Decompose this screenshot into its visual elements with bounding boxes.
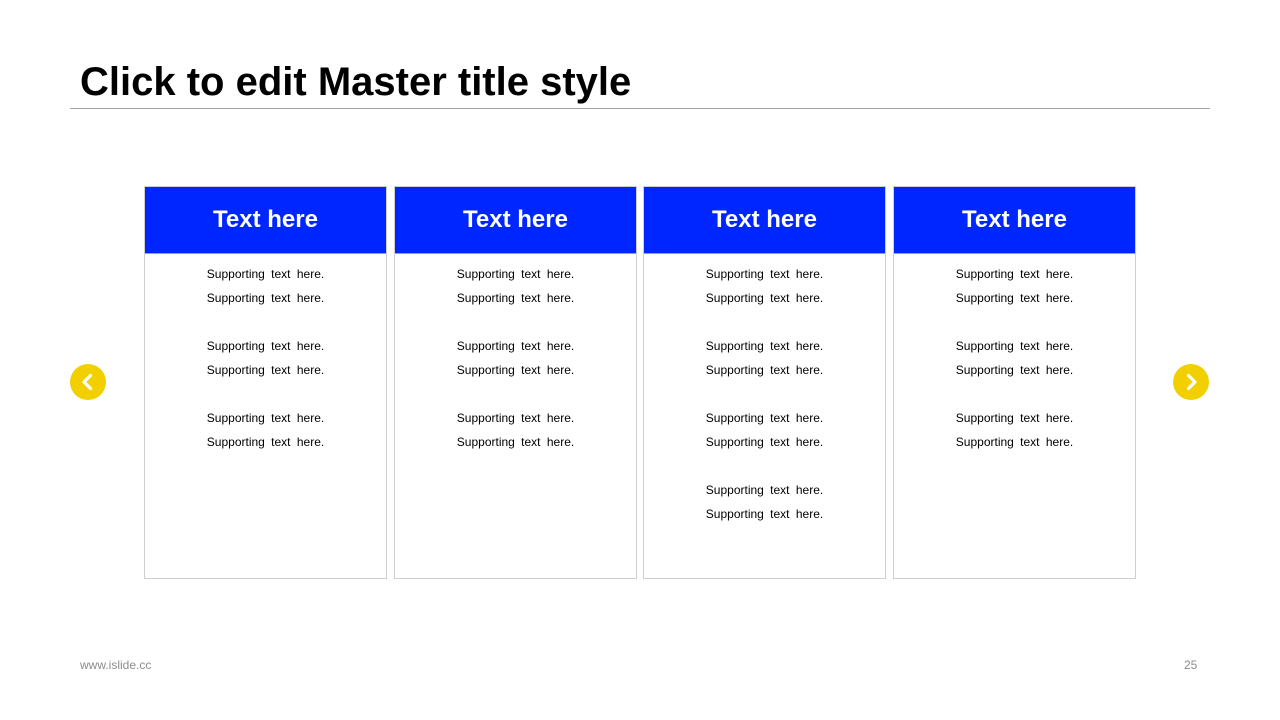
card-body: Supporting text here. Supporting text her…	[894, 254, 1135, 454]
supporting-text: Supporting text here.	[206, 363, 325, 377]
supporting-text: Supporting text here.	[456, 339, 575, 353]
text-group: Supporting text here. Supporting text her…	[395, 406, 636, 454]
supporting-text: Supporting text here.	[955, 339, 1074, 353]
supporting-text: Supporting text here.	[955, 363, 1074, 377]
previous-button[interactable]	[70, 364, 106, 400]
supporting-text: Supporting text here.	[206, 339, 325, 353]
supporting-text: Supporting text here.	[705, 411, 824, 425]
supporting-text: Supporting text here.	[456, 411, 575, 425]
slide-title: Click to edit Master title style	[80, 60, 632, 104]
card-header: Text here	[145, 187, 386, 254]
supporting-text: Supporting text here.	[705, 339, 824, 353]
card-2: Text here Supporting text here. Supportin…	[394, 186, 637, 579]
next-button[interactable]	[1173, 364, 1209, 400]
text-group: Supporting text here. Supporting text her…	[395, 262, 636, 310]
text-group: Supporting text here. Supporting text her…	[894, 406, 1135, 454]
supporting-text: Supporting text here.	[456, 267, 575, 281]
card-header: Text here	[644, 187, 885, 254]
text-group: Supporting text here. Supporting text her…	[145, 334, 386, 382]
card-header: Text here	[395, 187, 636, 254]
text-group: Supporting text here. Supporting text her…	[644, 406, 885, 454]
footer-url: www.islide.cc	[80, 658, 152, 672]
supporting-text: Supporting text here.	[456, 291, 575, 305]
supporting-text: Supporting text here.	[456, 435, 575, 449]
supporting-text: Supporting text here.	[705, 507, 824, 521]
supporting-text: Supporting text here.	[705, 267, 824, 281]
supporting-text: Supporting text here.	[206, 411, 325, 425]
card-1: Text here Supporting text here. Supportin…	[144, 186, 387, 579]
text-group: Supporting text here. Supporting text her…	[894, 262, 1135, 310]
supporting-text: Supporting text here.	[456, 363, 575, 377]
supporting-text: Supporting text here.	[705, 291, 824, 305]
supporting-text: Supporting text here.	[705, 363, 824, 377]
supporting-text: Supporting text here.	[206, 435, 325, 449]
text-group: Supporting text here. Supporting text her…	[145, 262, 386, 310]
supporting-text: Supporting text here.	[705, 483, 824, 497]
text-group: Supporting text here. Supporting text her…	[894, 334, 1135, 382]
supporting-text: Supporting text here.	[955, 411, 1074, 425]
chevron-right-icon	[1186, 373, 1197, 391]
title-divider	[70, 108, 1210, 109]
text-group: Supporting text here. Supporting text her…	[395, 334, 636, 382]
card-3: Text here Supporting text here. Supportin…	[643, 186, 886, 579]
text-group: Supporting text here. Supporting text her…	[644, 262, 885, 310]
supporting-text: Supporting text here.	[206, 291, 325, 305]
text-group: Supporting text here. Supporting text her…	[145, 406, 386, 454]
supporting-text: Supporting text here.	[955, 435, 1074, 449]
card-4: Text here Supporting text here. Supportin…	[893, 186, 1136, 579]
card-body: Supporting text here. Supporting text her…	[395, 254, 636, 454]
text-group: Supporting text here. Supporting text her…	[644, 478, 885, 526]
card-header: Text here	[894, 187, 1135, 254]
supporting-text: Supporting text here.	[206, 267, 325, 281]
supporting-text: Supporting text here.	[955, 267, 1074, 281]
card-body: Supporting text here. Supporting text her…	[644, 254, 885, 526]
card-body: Supporting text here. Supporting text her…	[145, 254, 386, 454]
text-group: Supporting text here. Supporting text her…	[644, 334, 885, 382]
supporting-text: Supporting text here.	[705, 435, 824, 449]
supporting-text: Supporting text here.	[955, 291, 1074, 305]
page-number: 25	[1184, 658, 1198, 672]
chevron-left-icon	[82, 373, 93, 391]
